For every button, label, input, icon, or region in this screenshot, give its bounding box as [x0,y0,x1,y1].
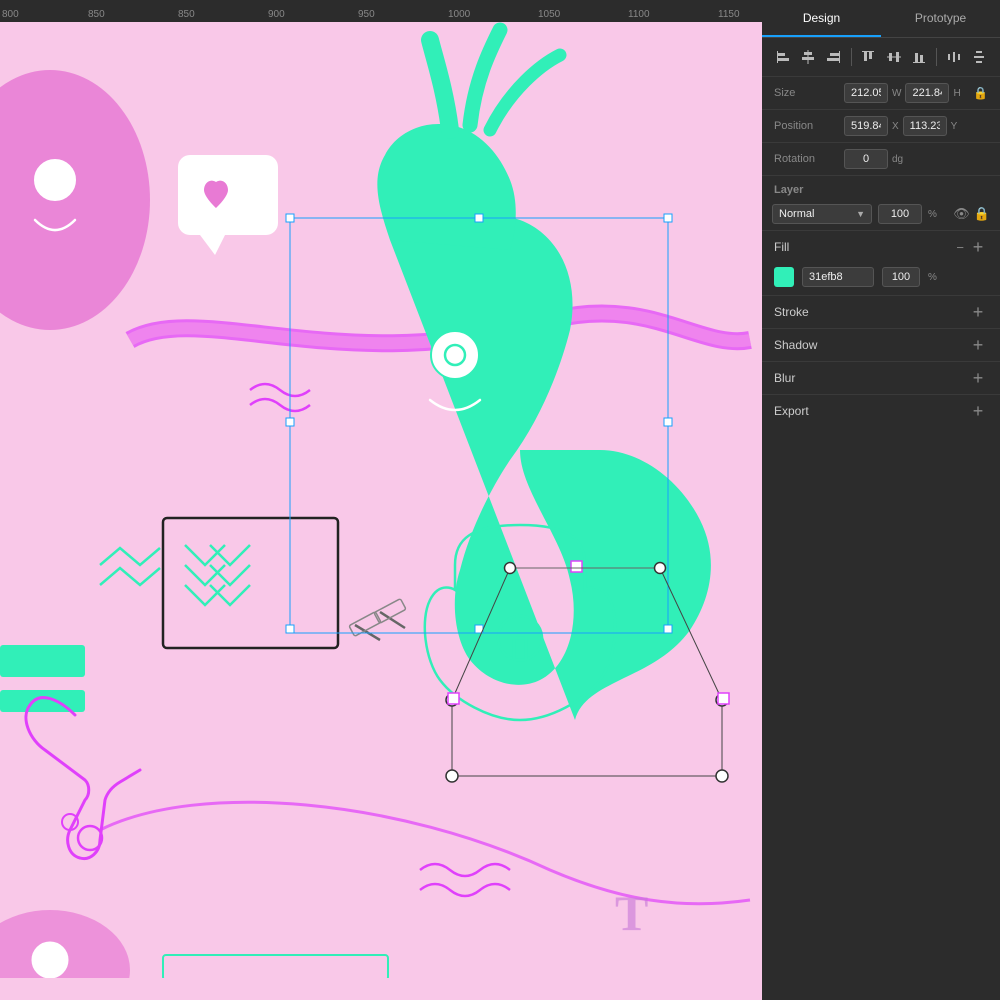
x-label: X [892,121,899,132]
ruler-tick: 950 [358,9,375,20]
size-input-group: W H 🔒 [844,83,988,103]
tab-prototype[interactable]: Prototype [881,0,1000,37]
layer-icons: 👁 🔒 [953,206,990,222]
blend-mode-value: Normal [779,208,814,220]
y-input[interactable] [903,116,947,136]
lock-icon[interactable]: 🔒 [973,86,988,100]
fill-label: Fill [774,240,956,254]
distribute-v-button[interactable] [968,46,990,68]
align-right-button[interactable] [823,46,845,68]
blur-label: Blur [774,371,968,385]
rotation-unit: dg [892,154,903,165]
panel-tabs: Design Prototype [762,0,1000,38]
fill-minus-icon[interactable]: − [956,240,964,255]
ruler-tick: 900 [268,9,285,20]
visibility-icon[interactable]: 👁 [953,206,970,222]
y-label: Y [951,121,958,132]
height-input[interactable] [905,83,949,103]
ruler-tick: 850 [178,9,195,20]
size-label: Size [774,87,838,99]
align-bottom-button[interactable] [908,46,930,68]
width-label: W [892,88,901,99]
fill-opacity-input[interactable] [882,267,920,287]
illustration-svg: T [0,0,762,978]
x-input[interactable] [844,116,888,136]
width-input[interactable] [844,83,888,103]
fill-section: % [762,263,1000,295]
export-add-button[interactable]: + [968,401,988,421]
stroke-add-button[interactable]: + [968,302,988,322]
ruler: 800 850 850 900 950 1000 1050 1100 1150 [0,0,762,22]
export-label: Export [774,404,968,418]
stroke-label: Stroke [774,305,968,319]
fill-color-swatch[interactable] [774,267,794,287]
align-divider [851,48,852,66]
blur-add-button[interactable]: + [968,368,988,388]
canvas-area[interactable]: 800 850 850 900 950 1000 1050 1100 1150 [0,0,762,1000]
align-row [762,38,1000,77]
shadow-label: Shadow [774,338,968,352]
stroke-section-header: Stroke + [762,295,1000,328]
fill-row: % [774,267,988,287]
fill-opacity-unit: % [928,272,937,283]
fill-add-button[interactable]: + [968,237,988,257]
shadow-section-header: Shadow + [762,328,1000,361]
size-row: Size W H 🔒 [762,77,1000,110]
shadow-add-button[interactable]: + [968,335,988,355]
lock-layer-icon[interactable]: 🔒 [974,206,990,222]
blend-mode-select[interactable]: Normal ▼ [772,204,872,224]
opacity-unit: % [928,209,937,220]
distribute-h-button[interactable] [943,46,965,68]
svg-text:T: T [615,885,648,941]
blur-section-header: Blur + [762,361,1000,394]
fill-hex-input[interactable] [802,267,874,287]
position-label: Position [774,120,838,132]
tab-design[interactable]: Design [762,0,881,37]
opacity-input[interactable] [878,204,922,224]
ruler-tick: 1050 [538,9,560,20]
align-center-h-button[interactable] [798,46,820,68]
ruler-tick: 1000 [448,9,470,20]
align-left-button[interactable] [772,46,794,68]
align-top-button[interactable] [857,46,879,68]
blend-mode-arrow: ▼ [856,209,865,219]
rotation-input-group: dg [844,149,988,169]
ruler-tick: 1100 [628,9,650,20]
align-divider-2 [936,48,937,66]
ruler-tick: 850 [88,9,105,20]
position-input-group: X Y [844,116,988,136]
rotation-label: Rotation [774,153,838,165]
ruler-tick: 800 [2,9,19,20]
layer-blend-row: Normal ▼ % 👁 🔒 [762,200,1000,230]
fill-section-header: Fill − + [762,230,1000,263]
rotation-row: Rotation dg [762,143,1000,176]
rotation-input[interactable] [844,149,888,169]
layer-header: Layer [762,176,1000,200]
export-section-header: Export + [762,394,1000,427]
height-label: H [953,88,960,99]
position-row: Position X Y [762,110,1000,143]
ruler-tick: 1150 [718,9,740,20]
align-center-v-button[interactable] [883,46,905,68]
right-panel: Design Prototype Size [762,0,1000,1000]
